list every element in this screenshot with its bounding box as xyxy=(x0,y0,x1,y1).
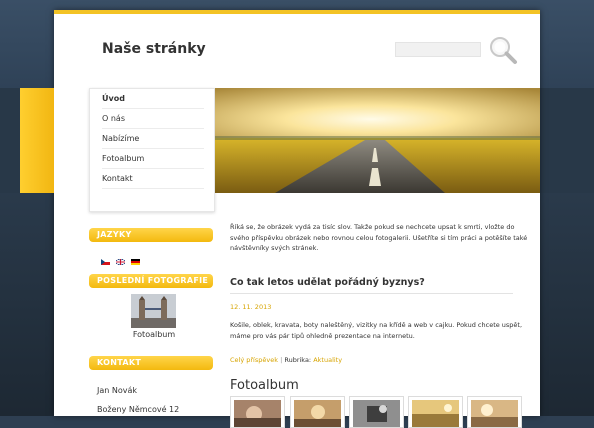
post-title[interactable]: Co tak letos udělat pořádný byznys? xyxy=(230,277,425,288)
site-title[interactable]: Naše stránky xyxy=(102,41,206,57)
nav-item-o-nas[interactable]: O nás xyxy=(102,109,204,129)
search-input[interactable] xyxy=(395,42,481,57)
decorative-yellow-bar xyxy=(20,88,54,193)
album-photo[interactable] xyxy=(230,396,285,428)
latest-photo-label[interactable]: Fotoalbum xyxy=(114,330,194,339)
album-photo[interactable] xyxy=(467,396,522,428)
hero-image xyxy=(215,88,540,193)
accent-line xyxy=(54,10,540,14)
post-date: 12. 11. 2013 xyxy=(230,303,272,311)
album-photo[interactable] xyxy=(349,396,404,428)
album-photo[interactable] xyxy=(290,396,345,428)
search-icon xyxy=(490,37,517,64)
search-button[interactable] xyxy=(488,35,518,65)
contact-name: Jan Novák xyxy=(97,386,138,395)
uk-flag-icon[interactable] xyxy=(116,259,125,265)
read-more-link[interactable]: Celý příspěvek xyxy=(230,356,278,364)
nav-item-uvod[interactable]: Úvod xyxy=(102,89,204,109)
contact-address: Boženy Němcové 12 xyxy=(97,405,180,414)
category-link[interactable]: Aktuality xyxy=(313,356,342,364)
album-title: Fotoalbum xyxy=(230,378,299,393)
contact-heading: KONTAKT xyxy=(89,356,213,370)
nav-item-kontakt[interactable]: Kontakt xyxy=(102,169,204,189)
latest-photo-thumbnail[interactable] xyxy=(131,294,176,328)
post-divider xyxy=(230,293,513,294)
meta-separator: | xyxy=(280,356,283,364)
nav-item-fotoalbum[interactable]: Fotoalbum xyxy=(102,149,204,169)
nav-item-nabizime[interactable]: Nabízíme xyxy=(102,129,204,149)
post-meta: Celý příspěvek | Rubrika: Aktuality xyxy=(230,356,342,364)
de-flag-icon[interactable] xyxy=(131,259,140,265)
main-navigation: Úvod O nás Nabízíme Fotoalbum Kontakt xyxy=(89,88,215,212)
post-body: Košile, oblek, kravata, boty naleštěný, … xyxy=(230,321,523,340)
cz-flag-icon[interactable] xyxy=(101,259,110,265)
latest-photos-heading: POSLEDNÍ FOTOGRAFIE xyxy=(89,274,213,288)
intro-text: Říká se, že obrázek vydá za tisíc slov. … xyxy=(230,223,528,252)
album-photo[interactable] xyxy=(408,396,463,428)
languages-heading: JAZYKY xyxy=(89,228,213,242)
page-container: Naše stránky Úvod O nás Nabízíme Fotoalb… xyxy=(20,10,540,428)
category-label: Rubrika: xyxy=(284,356,312,364)
